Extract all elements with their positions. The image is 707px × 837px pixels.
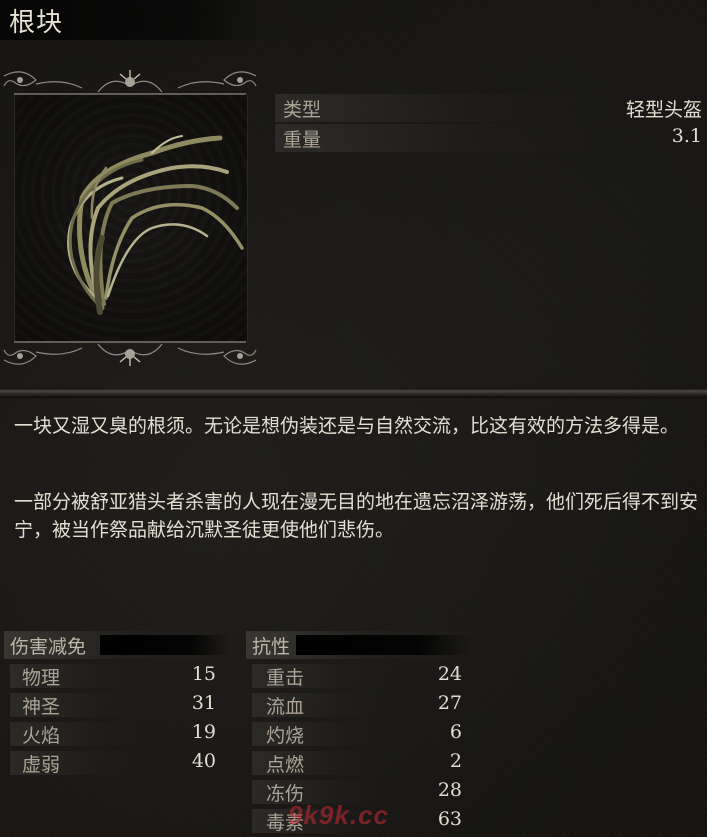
damage-value: 19 <box>191 721 216 743</box>
resistance-value: 27 <box>437 692 462 714</box>
resistance-label: 流血 <box>266 696 305 718</box>
resistance-row: 流血 27 <box>252 691 472 719</box>
stat-row-weight: 重量 3.1 <box>275 124 707 152</box>
damage-label: 物理 <box>22 667 61 689</box>
damage-value: 31 <box>191 692 216 714</box>
damage-label: 火焰 <box>22 725 61 747</box>
redaction-bar <box>100 635 230 655</box>
resistance-label: 灼烧 <box>266 725 305 747</box>
damage-row: 虚弱 40 <box>10 749 230 777</box>
damage-label: 神圣 <box>22 696 61 718</box>
damage-negation-title: 伤害减免 <box>10 636 87 658</box>
description-paragraph-1: 一块又湿又臭的根须。无论是想伪装还是与自然交流，比这有效的方法多得是。 <box>14 415 680 437</box>
damage-negation-header: 伤害减免 <box>4 631 234 659</box>
stat-label: 类型 <box>283 99 322 121</box>
resistance-label: 点燃 <box>266 754 305 776</box>
damage-value: 40 <box>191 750 216 772</box>
damage-row: 物理 15 <box>10 662 230 690</box>
item-image-frame <box>2 68 258 368</box>
damage-value: 15 <box>191 663 216 685</box>
redaction-bar <box>296 635 472 655</box>
description-paragraph-2: 一部分被舒亚猎头者杀害的人现在漫无目的地在遗忘沼泽游荡，他们死后得不到安宁，被当… <box>14 491 699 541</box>
resistance-row: 点燃 2 <box>252 749 472 777</box>
resistance-value: 63 <box>437 808 462 830</box>
stat-value: 3.1 <box>671 125 702 147</box>
resistance-header: 抗性 <box>246 631 476 659</box>
watermark: 9k9k.cc <box>288 800 389 830</box>
resistance-row: 灼烧 6 <box>252 720 472 748</box>
title-bar: 根块 <box>0 0 275 40</box>
section-divider <box>0 388 707 398</box>
resistance-label: 重击 <box>266 667 305 689</box>
item-name: 根块 <box>9 8 64 38</box>
stat-value: 轻型头盔 <box>625 99 702 121</box>
resistance-value: 28 <box>437 779 462 801</box>
stat-label: 重量 <box>283 129 322 151</box>
root-strands-icon <box>67 135 244 315</box>
damage-row: 火焰 19 <box>10 720 230 748</box>
stat-row-type: 类型 轻型头盔 <box>275 94 707 122</box>
damage-label: 虚弱 <box>22 754 61 776</box>
resistance-value: 2 <box>449 750 462 772</box>
resistance-row: 重击 24 <box>252 662 472 690</box>
resistance-value: 24 <box>437 663 462 685</box>
resistance-value: 6 <box>449 721 462 743</box>
resistance-title: 抗性 <box>252 636 291 658</box>
damage-row: 神圣 31 <box>10 691 230 719</box>
